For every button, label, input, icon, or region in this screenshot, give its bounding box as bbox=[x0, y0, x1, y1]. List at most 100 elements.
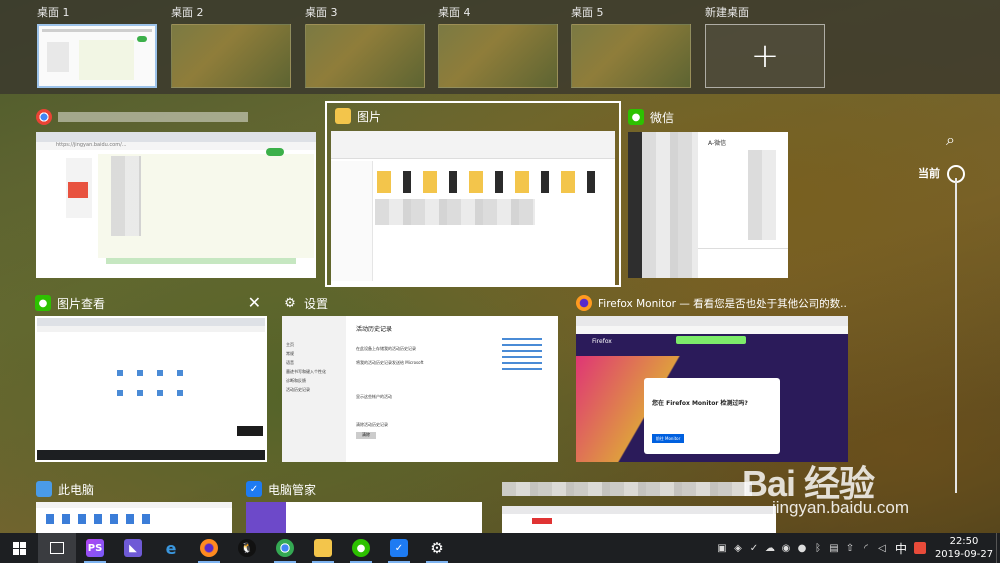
window-pc-manager-header: ✓ 电脑管家 bbox=[246, 476, 482, 502]
new-desktop-label: 新建桌面 bbox=[705, 6, 749, 19]
taskbar-pc-manager[interactable]: ✓ bbox=[380, 533, 418, 563]
taskbar-edge[interactable]: e bbox=[152, 533, 190, 563]
desktop-5[interactable]: 桌面 5 bbox=[571, 6, 691, 88]
settings-option-1[interactable]: 在此设备上存储我的活动历史记录 bbox=[356, 346, 416, 352]
wifi-icon[interactable]: ◜ bbox=[858, 533, 874, 563]
settings-sidebar-home[interactable]: 主页 bbox=[286, 340, 342, 349]
taskbar-phpstorm[interactable]: PS bbox=[76, 533, 114, 563]
window-photo-viewer-title: 图片查看 bbox=[57, 296, 106, 311]
settings-sidebar-item[interactable]: 诊断和反馈 bbox=[286, 376, 342, 385]
show-desktop-button[interactable] bbox=[996, 533, 1000, 563]
wechat-icon: ● bbox=[628, 109, 644, 125]
tray-chat-icon[interactable]: ◉ bbox=[778, 533, 794, 563]
desktop-2[interactable]: 桌面 2 bbox=[171, 6, 291, 88]
window-settings[interactable]: ⚙ 设置 主页 常规 语音 墨迹书写和键入个性化 诊断和反馈 活动历史记录 活动… bbox=[282, 290, 558, 462]
taskbar-app-purple[interactable]: ◣ bbox=[114, 533, 152, 563]
window-pc-manager[interactable]: ✓ 电脑管家 bbox=[246, 476, 482, 533]
firefox-dialog-button[interactable]: 前往 Monitor bbox=[652, 434, 684, 443]
desktop-5-label: 桌面 5 bbox=[571, 6, 604, 19]
window-settings-title: 设置 bbox=[304, 296, 329, 311]
new-desktop-button[interactable]: + bbox=[705, 24, 825, 88]
window-baidu-browser-preview bbox=[502, 506, 776, 533]
window-wechat-preview: A-微信 bbox=[628, 132, 788, 278]
timeline-scrollbar[interactable] bbox=[955, 178, 957, 493]
taskbar-settings[interactable]: ⚙ bbox=[418, 533, 456, 563]
window-pictures[interactable]: 图片 bbox=[325, 101, 621, 287]
window-chrome[interactable]: https://jingyan.baidu.com/... bbox=[36, 104, 316, 278]
settings-sidebar-item[interactable]: 语音 bbox=[286, 358, 342, 367]
settings-section: 显示这些帐户的活动 bbox=[356, 394, 392, 399]
qq-penguin-icon: 🐧 bbox=[238, 539, 256, 557]
window-this-pc[interactable]: 此电脑 bbox=[36, 476, 232, 533]
desktop-4-thumbnail[interactable] bbox=[438, 24, 558, 88]
window-pictures-preview bbox=[331, 131, 615, 285]
start-button[interactable] bbox=[0, 533, 38, 563]
chrome-icon bbox=[276, 539, 294, 557]
settings-option-2[interactable]: 将我的活动历史记录发送给 Microsoft bbox=[356, 360, 423, 366]
computer-icon bbox=[36, 481, 52, 497]
tray-cloud-icon[interactable]: ☁ bbox=[762, 533, 778, 563]
shield-icon: ✓ bbox=[390, 539, 408, 557]
desktop-4[interactable]: 桌面 4 bbox=[438, 6, 558, 88]
tray-app-icon[interactable]: ▤ bbox=[826, 533, 842, 563]
tray-sogou-icon[interactable] bbox=[912, 533, 928, 563]
desktop-5-thumbnail[interactable] bbox=[571, 24, 691, 88]
task-view-icon bbox=[50, 542, 64, 554]
taskbar-chrome[interactable] bbox=[266, 533, 304, 563]
taskbar-wechat[interactable]: ● bbox=[342, 533, 380, 563]
window-firefox[interactable]: Firefox Monitor — 看看您是否也处于其他公司的数... Fire… bbox=[576, 290, 848, 462]
folder-icon bbox=[335, 108, 351, 124]
gear-icon: ⚙ bbox=[430, 539, 444, 557]
volume-icon[interactable]: ◁ bbox=[874, 533, 890, 563]
new-desktop[interactable]: 新建桌面 + bbox=[705, 6, 825, 88]
wechat-chat-name: A-微信 bbox=[708, 140, 727, 147]
ime-indicator[interactable]: 中 bbox=[890, 533, 912, 563]
tray-pc-manager-icon[interactable]: ✓ bbox=[746, 533, 762, 563]
desktop-3-thumbnail[interactable] bbox=[305, 24, 425, 88]
desktop-4-label: 桌面 4 bbox=[438, 6, 471, 19]
settings-clear-section: 清除活动历史记录 bbox=[356, 422, 388, 427]
tray-upload-icon[interactable]: ⇧ bbox=[842, 533, 858, 563]
window-wechat[interactable]: ● 微信 A-微信 bbox=[628, 104, 788, 278]
settings-sidebar-item[interactable]: 常规 bbox=[286, 349, 342, 358]
window-firefox-title: Firefox Monitor — 看看您是否也处于其他公司的数... bbox=[598, 297, 848, 310]
tray-wechat-icon[interactable]: ● bbox=[794, 533, 810, 563]
windows-logo-icon bbox=[12, 541, 26, 555]
close-window-button[interactable]: ✕ bbox=[248, 293, 261, 312]
desktop-1-label: 桌面 1 bbox=[37, 6, 70, 19]
desktop-1-thumbnail[interactable] bbox=[37, 24, 157, 88]
taskbar-file-explorer[interactable] bbox=[304, 533, 342, 563]
window-photo-viewer-preview bbox=[35, 316, 267, 462]
desktop-2-thumbnail[interactable] bbox=[171, 24, 291, 88]
app-icon: ◣ bbox=[124, 539, 142, 557]
window-chrome-preview: https://jingyan.baidu.com/... bbox=[36, 132, 316, 278]
window-pictures-header: 图片 bbox=[327, 103, 619, 129]
wechat-icon: ● bbox=[352, 539, 370, 557]
clock[interactable]: 22:50 2019-09-27 bbox=[932, 535, 996, 561]
desktop-2-label: 桌面 2 bbox=[171, 6, 204, 19]
firefox-dialog-title: 您在 Firefox Monitor 检测过吗? bbox=[652, 400, 748, 407]
taskbar-qq[interactable]: 🐧 bbox=[228, 533, 266, 563]
plus-icon: + bbox=[750, 36, 780, 76]
taskbar-firefox[interactable] bbox=[190, 533, 228, 563]
window-baidu-browser[interactable] bbox=[502, 476, 776, 533]
bluetooth-icon[interactable]: ᛒ bbox=[810, 533, 826, 563]
clock-time: 22:50 bbox=[949, 536, 979, 547]
task-view-button[interactable] bbox=[38, 533, 76, 563]
window-wechat-title: 微信 bbox=[650, 110, 675, 125]
settings-clear-button[interactable]: 清除 bbox=[356, 432, 376, 439]
desktop-1[interactable]: 桌面 1 bbox=[37, 6, 157, 88]
desktop-3[interactable]: 桌面 3 bbox=[305, 6, 425, 88]
tray-package-icon[interactable]: ▣ bbox=[714, 533, 730, 563]
settings-sidebar-item[interactable]: 活动历史记录 bbox=[286, 385, 342, 394]
wechat-icon: ● bbox=[35, 295, 51, 311]
tray-shield-icon[interactable]: ◈ bbox=[730, 533, 746, 563]
settings-sidebar-item[interactable]: 墨迹书写和键入个性化 bbox=[286, 367, 342, 376]
phpstorm-icon: PS bbox=[86, 539, 104, 557]
window-pc-manager-title: 电脑管家 bbox=[268, 482, 317, 497]
desktop-3-label: 桌面 3 bbox=[305, 6, 338, 19]
window-baidu-browser-header bbox=[502, 476, 776, 502]
window-photo-viewer[interactable]: ● 图片查看 ✕ bbox=[35, 290, 267, 462]
window-settings-preview: 主页 常规 语音 墨迹书写和键入个性化 诊断和反馈 活动历史记录 活动历史记录 … bbox=[282, 316, 558, 462]
timeline-search-icon[interactable]: ⌕ bbox=[946, 130, 955, 150]
